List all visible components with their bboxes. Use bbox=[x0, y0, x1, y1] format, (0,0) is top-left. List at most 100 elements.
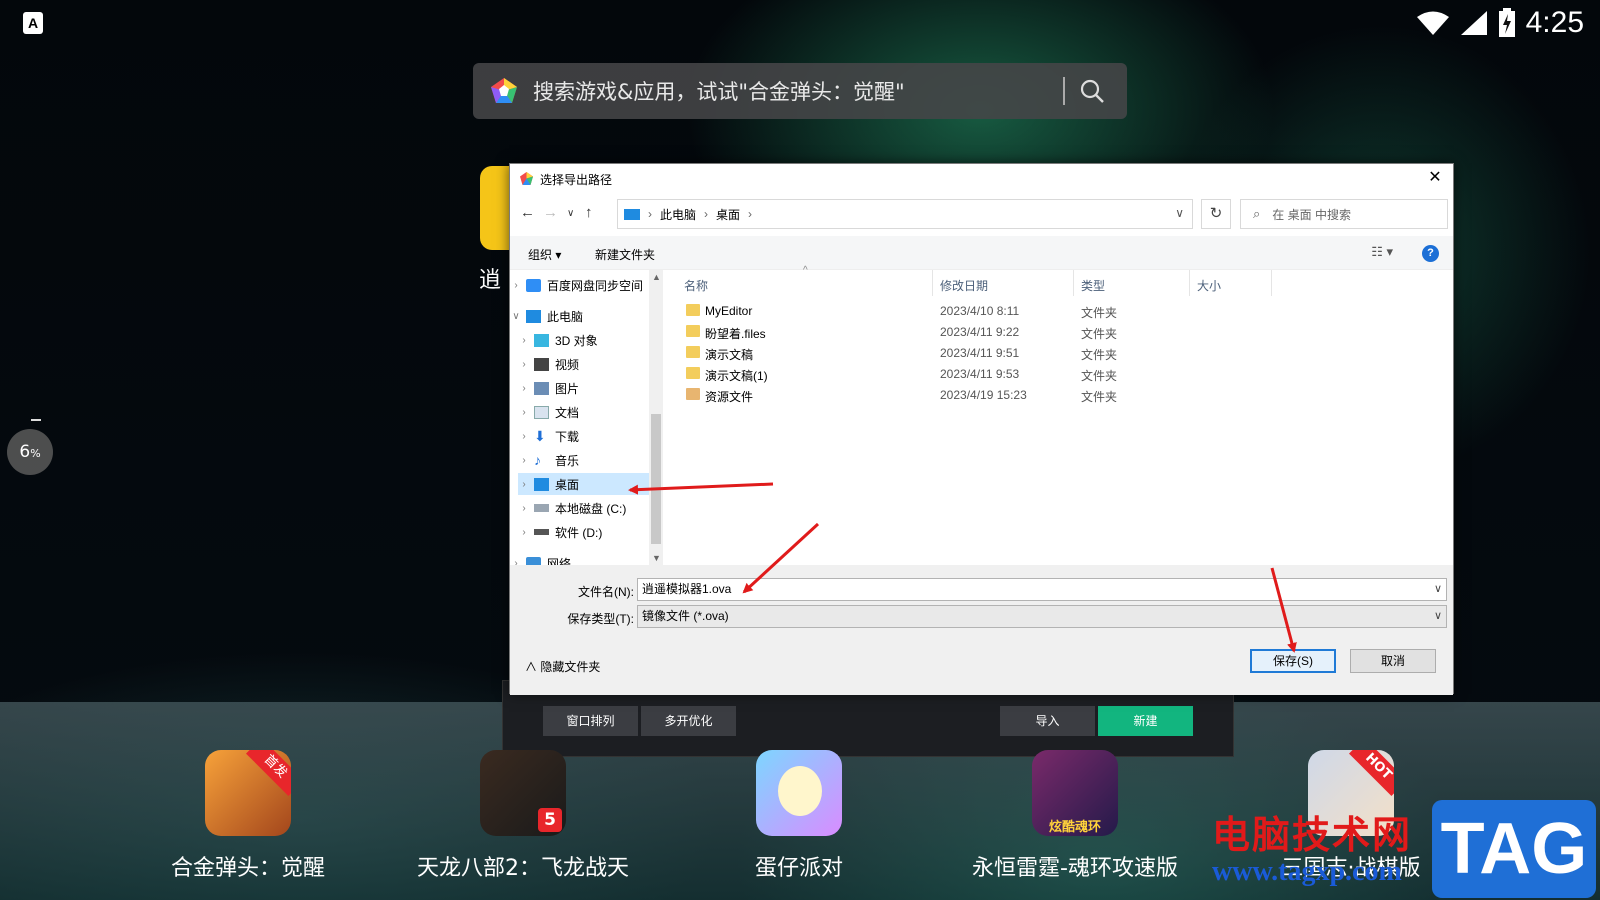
dock-app-thunder[interactable]: 炫酷魂环 永恒雷霆-魂环攻速版 bbox=[945, 750, 1205, 882]
cancel-button[interactable]: 取消 bbox=[1350, 649, 1436, 673]
breadcrumb-this-pc[interactable]: 此电脑 bbox=[660, 206, 696, 223]
navigation-tree: › 百度网盘同步空间 ∨ 此电脑 › 3D 对象 › 视频 › 图片 › 文档 › ⬇ 下载 ›… bbox=[510, 270, 663, 571]
import-button[interactable]: 导入 bbox=[1000, 706, 1095, 736]
chevron-down-icon[interactable]: ∨ bbox=[1434, 579, 1442, 600]
new-folder-button[interactable]: 新建文件夹 bbox=[595, 246, 655, 263]
watermark-url: www.tagxp.com bbox=[1212, 856, 1402, 887]
filetype-select[interactable]: 镜像文件 (*.ova) ∨ bbox=[637, 605, 1447, 628]
dock-app-label: 天龙八部2：飞龙战天 bbox=[417, 856, 629, 881]
tree-item-pictures[interactable]: › 图片 bbox=[518, 377, 658, 399]
chevron-down-icon[interactable]: ∨ bbox=[510, 311, 522, 322]
new-release-badge: 首发 bbox=[246, 750, 291, 796]
tree-item-drive-d[interactable]: › 软件 (D:) bbox=[518, 521, 658, 543]
breadcrumb-desktop[interactable]: 桌面 bbox=[716, 206, 740, 223]
chevron-right-icon[interactable]: › bbox=[518, 455, 530, 466]
chevron-down-icon[interactable]: ∨ bbox=[1434, 606, 1442, 627]
filename-input[interactable]: 逍遥模拟器1.ova ∨ bbox=[637, 578, 1447, 601]
chevron-right-icon[interactable]: › bbox=[518, 431, 530, 442]
baidu-cloud-icon bbox=[526, 278, 541, 292]
app-store-logo-icon bbox=[491, 78, 517, 103]
performance-widget[interactable]: 6% bbox=[7, 429, 53, 475]
chevron-right-icon[interactable]: › bbox=[518, 383, 530, 394]
dock-app-metal-slug[interactable]: 首发 合金弹头：觉醒 bbox=[118, 750, 378, 882]
save-button[interactable]: 保存(S) bbox=[1250, 649, 1336, 673]
new-instance-button[interactable]: 新建 bbox=[1098, 706, 1193, 736]
file-row[interactable]: MyEditor 2023/4/10 8:11 文件夹 bbox=[672, 301, 1142, 321]
tree-item-videos[interactable]: › 视频 bbox=[518, 353, 658, 375]
back-arrow-icon[interactable]: ← bbox=[520, 204, 535, 221]
chevron-right-icon[interactable]: › bbox=[518, 503, 530, 514]
site-watermark: 电脑技术网 www.tagxp.com TAG bbox=[1200, 800, 1600, 900]
view-options-icon[interactable]: ☷ ▾ bbox=[1371, 244, 1393, 260]
dock-app-label: 永恒雷霆-魂环攻速版 bbox=[972, 856, 1178, 881]
arrange-windows-button[interactable]: 窗口排列 bbox=[543, 706, 638, 736]
folder-icon bbox=[686, 388, 700, 400]
tree-scroll-thumb[interactable] bbox=[651, 414, 661, 544]
file-row[interactable]: 演示文稿 2023/4/11 9:51 文件夹 bbox=[672, 343, 1142, 363]
file-row[interactable]: 演示文稿(1) 2023/4/11 9:53 文件夹 bbox=[672, 364, 1142, 384]
chevron-right-icon[interactable]: › bbox=[518, 359, 530, 370]
file-name: 资源文件 bbox=[705, 390, 754, 404]
file-date: 2023/4/10 8:11 bbox=[940, 304, 1020, 318]
column-name[interactable]: 名称 bbox=[684, 277, 708, 294]
tree-item-downloads[interactable]: › ⬇ 下载 bbox=[518, 425, 658, 447]
file-row[interactable]: 盼望着.files 2023/4/11 9:22 文件夹 bbox=[672, 322, 1142, 342]
chevron-right-icon[interactable]: › bbox=[518, 479, 530, 490]
dock-app-eggy-party[interactable]: 蛋仔派对 bbox=[669, 750, 929, 882]
chevron-right-icon[interactable]: › bbox=[518, 407, 530, 418]
chevron-right-icon[interactable]: › bbox=[518, 335, 530, 346]
tree-item-drive-c[interactable]: › 本地磁盘 (C:) bbox=[518, 497, 658, 519]
tree-item-music[interactable]: › ♪ 音乐 bbox=[518, 449, 658, 471]
pc-icon bbox=[526, 309, 541, 323]
organize-menu[interactable]: 组织 ▾ bbox=[528, 246, 561, 263]
dialog-toolbar: 组织 ▾ 新建文件夹 ☷ ▾ ? bbox=[510, 236, 1453, 270]
file-type: 文件夹 bbox=[1081, 327, 1118, 341]
status-bar: 4:25 bbox=[1416, 6, 1584, 40]
search-icon[interactable] bbox=[1079, 78, 1105, 104]
partial-app-label: 逍 bbox=[479, 268, 502, 293]
cube-icon bbox=[534, 333, 549, 347]
file-name: 演示文稿(1) bbox=[705, 369, 768, 383]
tree-item-baidu[interactable]: › 百度网盘同步空间 bbox=[510, 274, 650, 296]
column-date[interactable]: 修改日期 bbox=[940, 277, 988, 294]
pictures-icon bbox=[534, 381, 549, 395]
tree-item-desktop[interactable]: › 桌面 bbox=[518, 473, 650, 495]
dialog-title-bar[interactable]: 选择导出路径 ✕ bbox=[510, 164, 1453, 192]
breadcrumb-separator: › bbox=[748, 207, 753, 221]
help-icon[interactable]: ? bbox=[1422, 245, 1439, 262]
folder-search-input[interactable]: ⌕ 在 桌面 中搜索 bbox=[1240, 199, 1448, 229]
recent-locations-chevron-icon[interactable]: ∨ bbox=[567, 208, 574, 219]
hide-folders-toggle[interactable]: ∧ 隐藏文件夹 bbox=[525, 658, 600, 675]
scroll-up-icon[interactable]: ▲ bbox=[652, 272, 661, 282]
chevron-right-icon[interactable]: › bbox=[510, 280, 522, 291]
tree-item-documents[interactable]: › 文档 bbox=[518, 401, 658, 423]
column-size[interactable]: 大小 bbox=[1197, 277, 1221, 294]
file-date: 2023/4/19 15:23 bbox=[940, 388, 1027, 402]
tree-item-3d-objects[interactable]: › 3D 对象 bbox=[518, 329, 658, 351]
column-separator[interactable] bbox=[932, 270, 933, 296]
tree-scrollbar[interactable]: ▲ ▼ bbox=[649, 270, 663, 565]
forward-arrow-icon[interactable]: → bbox=[543, 204, 558, 221]
column-type[interactable]: 类型 bbox=[1081, 277, 1105, 294]
chevron-down-icon[interactable]: ∨ bbox=[1175, 206, 1184, 220]
file-row[interactable]: 资源文件 2023/4/19 15:23 文件夹 bbox=[672, 385, 1142, 405]
app-search-bar[interactable]: 搜索游戏&应用，试试"合金弹头：觉醒" bbox=[473, 63, 1127, 119]
column-separator[interactable] bbox=[1271, 270, 1272, 296]
save-file-dialog: 选择导出路径 ✕ ← → ∨ ↑ › 此电脑 › 桌面 › ∨ ↻ ⌕ 在 桌面… bbox=[509, 163, 1454, 695]
multi-instance-optimize-button[interactable]: 多开优化 bbox=[641, 706, 736, 736]
address-bar[interactable]: › 此电脑 › 桌面 › ∨ bbox=[617, 199, 1193, 229]
hot-badge: HOT bbox=[1349, 750, 1394, 796]
chevron-right-icon[interactable]: › bbox=[518, 527, 530, 538]
up-arrow-icon[interactable]: ↑ bbox=[585, 204, 593, 221]
column-separator[interactable] bbox=[1073, 270, 1074, 296]
tree-item-this-pc[interactable]: ∨ 此电脑 bbox=[510, 305, 650, 327]
column-separator[interactable] bbox=[1189, 270, 1190, 296]
scroll-down-icon[interactable]: ▼ bbox=[652, 553, 661, 563]
close-icon[interactable]: ✕ bbox=[1417, 164, 1453, 192]
dock-app-tianlong[interactable]: 5 天龙八部2：飞龙战天 bbox=[393, 750, 653, 882]
filetype-label: 保存类型(T): bbox=[567, 612, 634, 626]
refresh-icon[interactable]: ↻ bbox=[1201, 199, 1231, 229]
wifi-icon bbox=[1416, 11, 1449, 35]
disk-icon bbox=[534, 504, 549, 512]
file-list-header: ^ 名称 修改日期 类型 大小 bbox=[672, 265, 1442, 298]
